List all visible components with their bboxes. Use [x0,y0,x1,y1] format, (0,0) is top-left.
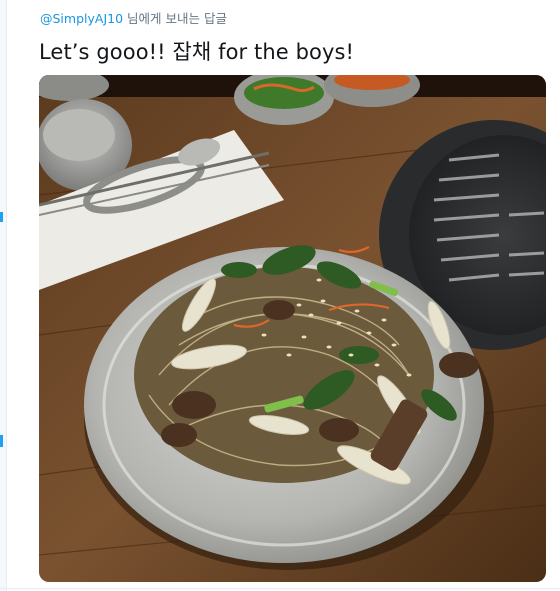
food-photo-illustration [39,75,546,582]
reply-handle-link[interactable]: @SimplyAJ10 [40,11,123,26]
tweet-text: Let’s gooo!! 잡채 for the boys! [39,40,355,64]
reply-suffix: 님에게 보내는 답글 [127,11,227,26]
reply-context: @SimplyAJ10 님에게 보내는 답글 [40,8,227,27]
timeline-rail [0,0,7,591]
rail-marker [0,435,3,447]
divider [0,588,560,589]
tweet-card: @SimplyAJ10 님에게 보내는 답글 Let’s gooo!! 잡채 f… [0,0,560,591]
tweet-photo[interactable] [39,75,546,582]
rail-marker [0,212,3,222]
